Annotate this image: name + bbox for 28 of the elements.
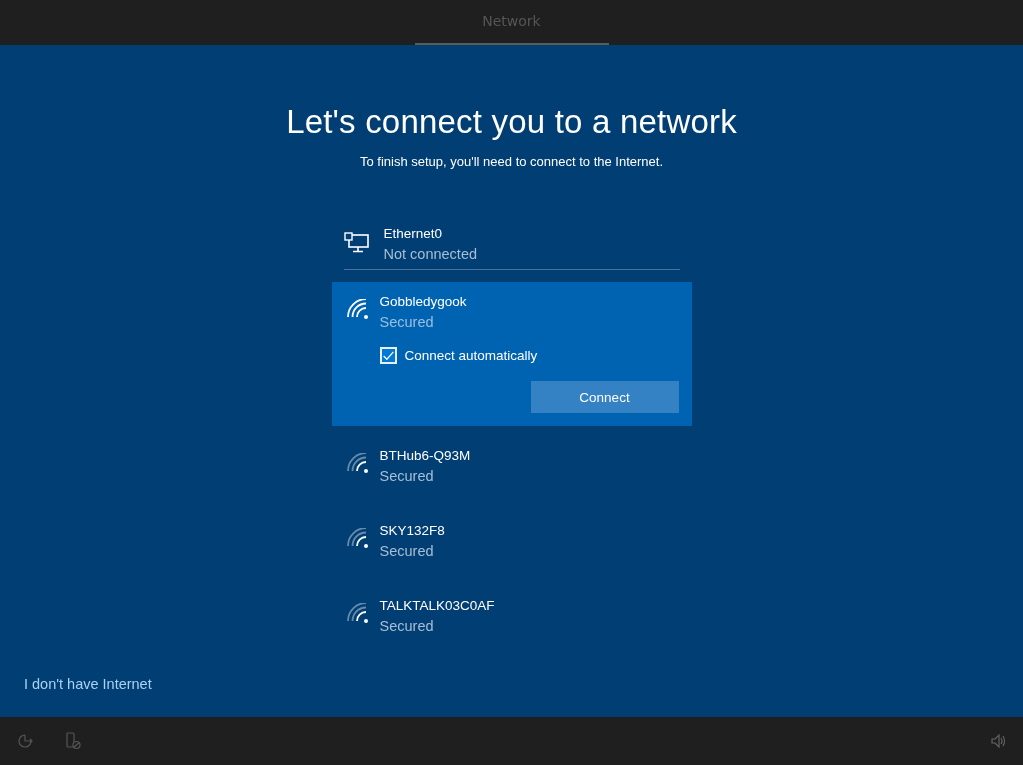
wifi-signal-icon — [345, 603, 368, 623]
phone-off-icon[interactable] — [64, 732, 82, 750]
page-subtitle: To finish setup, you'll need to connect to the Internet. — [359, 154, 664, 169]
network-status: Secured — [379, 313, 435, 332]
connect-button[interactable]: Connect — [530, 381, 679, 413]
wifi-network-item[interactable]: BTHub6-Q93M Secured — [331, 436, 692, 501]
network-status: Secured — [379, 617, 435, 636]
wifi-signal-icon — [345, 299, 368, 319]
wifi-signal-icon — [345, 453, 368, 473]
network-status: Not connected — [383, 245, 477, 264]
page-title: Let's connect you to a network — [286, 103, 737, 141]
checkbox[interactable] — [379, 347, 397, 364]
wifi-network-item[interactable]: TALKTALK03C0AF Secured — [331, 586, 692, 651]
network-name: BTHub6-Q93M — [379, 447, 471, 465]
wifi-network-item[interactable]: Gobbledygook Secured Connect automatically Connect — [331, 282, 692, 426]
network-name: Ethernet0 — [383, 225, 444, 243]
network-name: Gobbledygook — [379, 293, 467, 311]
network-status: Secured — [379, 542, 435, 561]
ethernet-icon — [343, 232, 370, 254]
speaker-icon[interactable] — [990, 733, 1006, 749]
network-status: Secured — [379, 467, 435, 486]
wifi-network-item[interactable]: SKY132F8 Secured — [331, 511, 692, 576]
network-name: TALKTALK03C0AF — [379, 597, 495, 615]
no-internet-link[interactable]: I don't have Internet — [24, 676, 152, 692]
checkbox-label: Connect automatically — [404, 348, 538, 363]
network-name: SKY132F8 — [379, 522, 445, 540]
wifi-signal-icon — [345, 528, 368, 548]
accessibility-icon[interactable] — [16, 732, 34, 750]
